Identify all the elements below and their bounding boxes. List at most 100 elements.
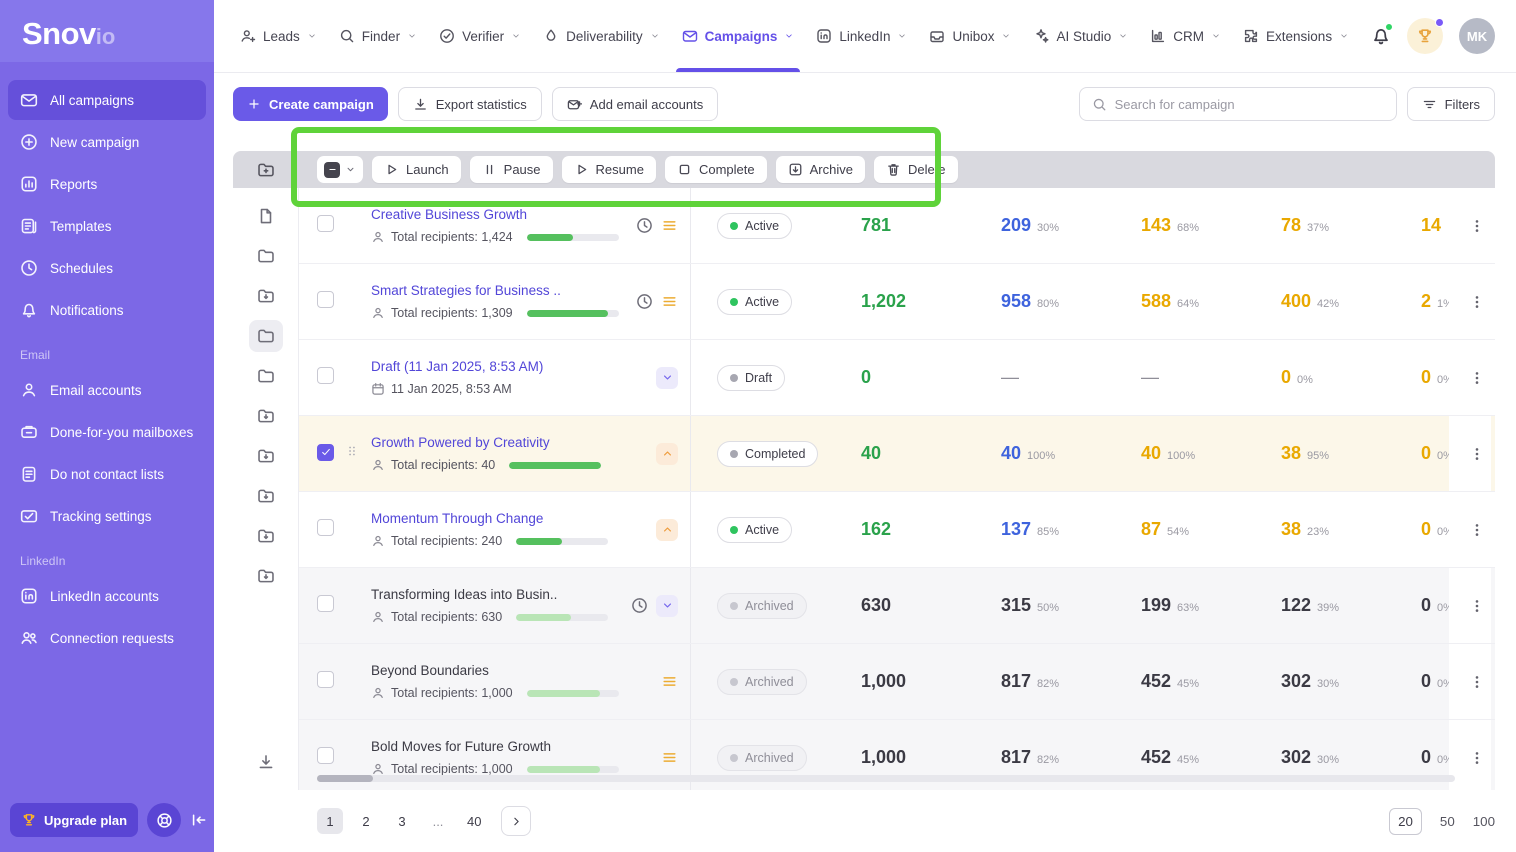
sidebar-item-done-for-you-mailboxes[interactable]: Done-for-you mailboxes: [8, 412, 206, 452]
folder-rail-item[interactable]: [249, 560, 283, 592]
campaign-name[interactable]: Creative Business Growth: [371, 207, 619, 222]
sidebar-item-connection-requests[interactable]: Connection requests: [8, 618, 206, 658]
campaign-name[interactable]: Transforming Ideas into Busin..: [371, 587, 608, 602]
upgrade-plan-button[interactable]: Upgrade plan: [10, 803, 138, 837]
folder-rail-item[interactable]: [249, 280, 283, 312]
page-button[interactable]: 40: [461, 808, 487, 834]
horizontal-scrollbar[interactable]: [317, 775, 1455, 782]
row-checkbox[interactable]: [317, 671, 334, 688]
pagination-next-button[interactable]: [501, 806, 531, 836]
export-statistics-button[interactable]: Export statistics: [398, 87, 542, 121]
row-kebab-menu-icon[interactable]: [1469, 294, 1485, 310]
folder-rail-item[interactable]: [249, 440, 283, 472]
menu-icon[interactable]: [661, 673, 678, 690]
campaign-name[interactable]: Momentum Through Change: [371, 511, 608, 526]
campaign-name[interactable]: Beyond Boundaries: [371, 663, 619, 678]
page-button[interactable]: 1: [317, 808, 343, 834]
sidebar-item-schedules[interactable]: Schedules: [8, 248, 206, 288]
search-input[interactable]: [1115, 97, 1384, 112]
expand-button[interactable]: [656, 367, 678, 389]
folder-rail-item[interactable]: [249, 400, 283, 432]
move-to-folder-button[interactable]: [233, 151, 299, 188]
nav-item-crm[interactable]: CRM: [1150, 0, 1221, 72]
row-checkbox[interactable]: [317, 367, 334, 384]
resume-button[interactable]: Resume: [562, 156, 656, 183]
expand-button[interactable]: [656, 595, 678, 617]
folder-rail-item[interactable]: [249, 320, 283, 352]
delete-button[interactable]: Delete: [874, 156, 958, 183]
campaign-name[interactable]: Smart Strategies for Business ..: [371, 283, 619, 298]
collapse-button[interactable]: [656, 519, 678, 541]
sidebar-item-notifications[interactable]: Notifications: [8, 290, 206, 330]
row-kebab-menu-icon[interactable]: [1469, 446, 1485, 462]
row-checkbox[interactable]: [317, 291, 334, 308]
drag-handle-icon[interactable]: [345, 443, 359, 459]
nav-item-ai-studio[interactable]: AI Studio: [1033, 0, 1128, 72]
select-all-checkbox[interactable]: [324, 162, 340, 178]
select-all-dropdown[interactable]: [317, 156, 363, 183]
row-kebab-menu-icon[interactable]: [1469, 370, 1485, 386]
row-kebab-menu-icon[interactable]: [1469, 674, 1485, 690]
sidebar-item-email-accounts[interactable]: Email accounts: [8, 370, 206, 410]
sidebar-item-all-campaigns[interactable]: All campaigns: [8, 80, 206, 120]
row-kebab-menu-icon[interactable]: [1469, 750, 1485, 766]
sidebar-item-do-not-contact-lists[interactable]: Do not contact lists: [8, 454, 206, 494]
folder-rail-item[interactable]: [249, 520, 283, 552]
collapse-sidebar-button[interactable]: [190, 807, 208, 833]
row-checkbox[interactable]: [317, 444, 334, 461]
pause-button[interactable]: Pause: [470, 156, 553, 183]
menu-icon[interactable]: [661, 293, 678, 310]
sidebar-item-tracking-settings[interactable]: Tracking settings: [8, 496, 206, 536]
row-kebab-menu-icon[interactable]: [1469, 218, 1485, 234]
sidebar-item-templates[interactable]: Templates: [8, 206, 206, 246]
campaign-name[interactable]: Draft (11 Jan 2025, 8:53 AM): [371, 359, 543, 374]
page-button[interactable]: 2: [353, 808, 379, 834]
nav-item-linkedin[interactable]: LinkedIn: [816, 0, 907, 72]
complete-button[interactable]: Complete: [665, 156, 767, 183]
menu-icon[interactable]: [661, 749, 678, 766]
add-email-accounts-button[interactable]: Add email accounts: [552, 87, 718, 121]
row-checkbox[interactable]: [317, 215, 334, 232]
row-checkbox[interactable]: [317, 519, 334, 536]
campaign-name[interactable]: Growth Powered by Creativity: [371, 435, 601, 450]
nav-item-campaigns[interactable]: Campaigns: [682, 0, 795, 72]
nav-item-unibox[interactable]: Unibox: [929, 0, 1011, 72]
sidebar-item-reports[interactable]: Reports: [8, 164, 206, 204]
avatar[interactable]: MK: [1459, 18, 1495, 54]
page-button[interactable]: 3: [389, 808, 415, 834]
folder-rail-item[interactable]: [249, 240, 283, 272]
nav-item-deliverability[interactable]: Deliverability: [543, 0, 660, 72]
rail-archive-button[interactable]: [249, 746, 283, 778]
nav-item-verifier[interactable]: Verifier: [439, 0, 521, 72]
logo[interactable]: Snovio: [0, 0, 214, 62]
folder-rail-item[interactable]: [249, 480, 283, 512]
row-checkbox[interactable]: [317, 595, 334, 612]
rewards-button[interactable]: [1407, 18, 1443, 54]
menu-icon[interactable]: [661, 217, 678, 234]
notifications-bell-button[interactable]: [1371, 26, 1391, 46]
archive-button[interactable]: Archive: [776, 156, 865, 183]
row-checkbox[interactable]: [317, 747, 334, 764]
folder-rail-item[interactable]: [249, 360, 283, 392]
page-size-50[interactable]: 50: [1440, 814, 1455, 829]
launch-button[interactable]: Launch: [372, 156, 461, 183]
scrollbar-thumb[interactable]: [317, 775, 373, 782]
campaign-name[interactable]: Bold Moves for Future Growth: [371, 739, 619, 754]
row-kebab-menu-icon[interactable]: [1469, 522, 1485, 538]
filters-button[interactable]: Filters: [1407, 87, 1495, 121]
nav-item-leads[interactable]: Leads: [240, 0, 317, 72]
table-row: Smart Strategies for Business ..Total re…: [299, 264, 1495, 340]
folder-rail-item[interactable]: [249, 200, 283, 232]
create-campaign-button[interactable]: Create campaign: [233, 87, 388, 121]
sidebar-item-new-campaign[interactable]: New campaign: [8, 122, 206, 162]
help-button[interactable]: [147, 803, 181, 837]
collapse-button[interactable]: [656, 443, 678, 465]
logo-brand: Snov: [22, 16, 96, 52]
row-kebab-menu-icon[interactable]: [1469, 598, 1485, 614]
sidebar-item-linkedin-accounts[interactable]: LinkedIn accounts: [8, 576, 206, 616]
nav-item-finder[interactable]: Finder: [339, 0, 417, 72]
page-size-100[interactable]: 100: [1473, 814, 1495, 829]
sidebar-item-label: Email accounts: [50, 383, 142, 398]
page-size-20[interactable]: 20: [1389, 808, 1422, 835]
nav-item-extensions[interactable]: Extensions: [1243, 0, 1349, 72]
